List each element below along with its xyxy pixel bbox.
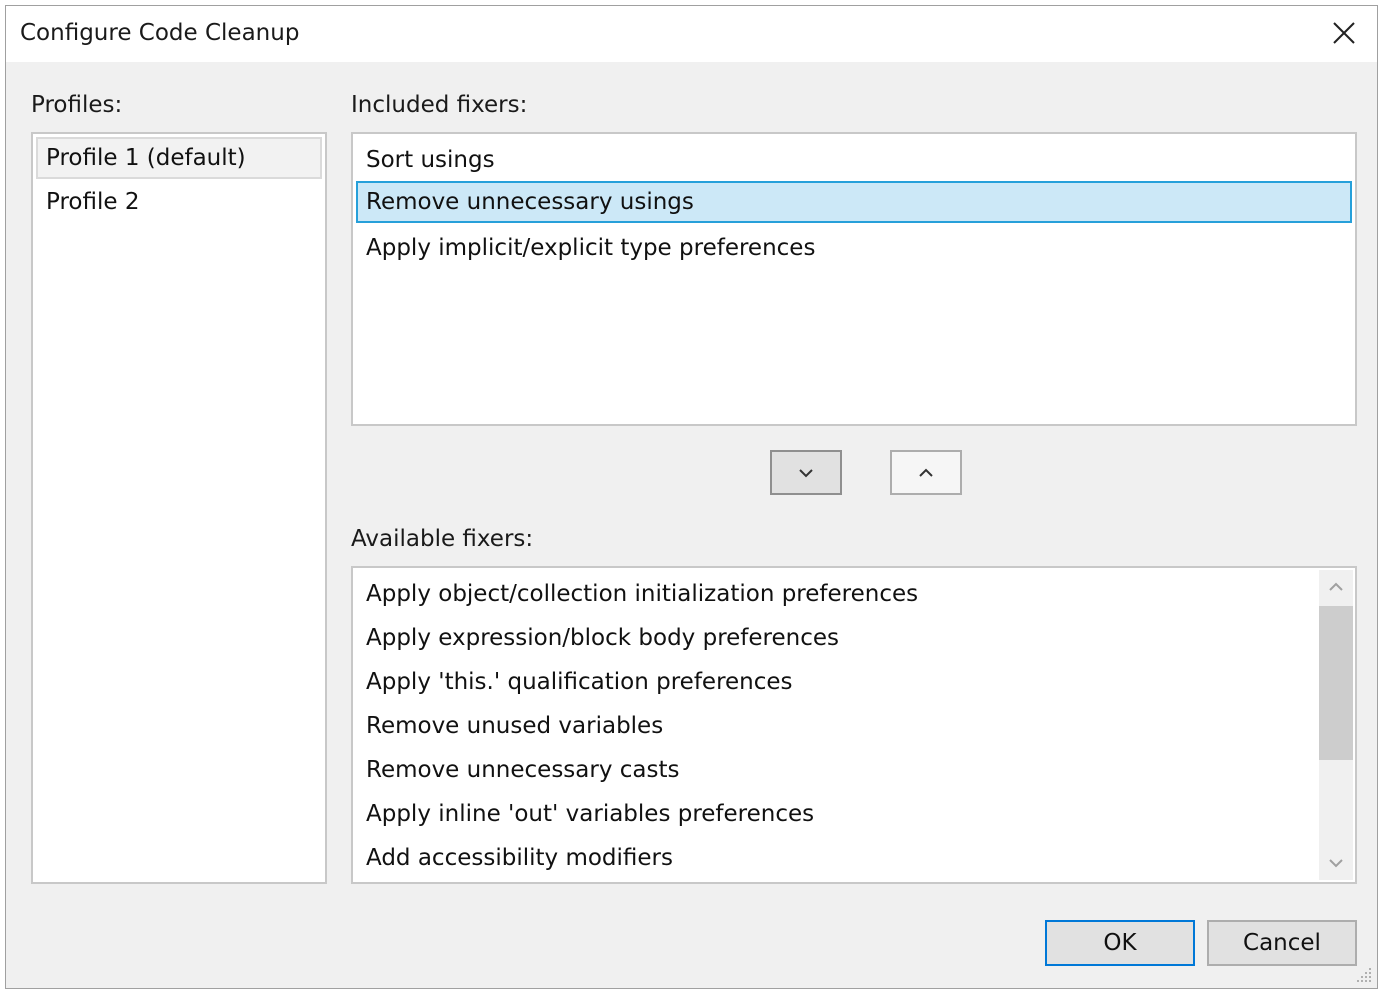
configure-code-cleanup-dialog: Configure Code Cleanup Profiles: Profile…: [5, 5, 1378, 989]
available-fixer-item[interactable]: Remove unnecessary casts: [356, 749, 1316, 791]
move-up-button[interactable]: [890, 450, 962, 495]
profiles-label: Profiles:: [31, 92, 123, 118]
included-fixer-item[interactable]: Sort usings: [356, 139, 1352, 181]
included-fixers-list[interactable]: Sort usings Remove unnecessary usings Ap…: [351, 132, 1357, 426]
chevron-down-icon: [1329, 859, 1343, 868]
available-fixer-item[interactable]: Apply expression/block body preferences: [356, 617, 1316, 659]
chevron-down-icon: [799, 469, 813, 478]
close-button[interactable]: [1313, 6, 1377, 62]
chevron-up-icon: [919, 468, 933, 477]
scroll-down-button[interactable]: [1319, 846, 1353, 880]
available-fixer-item[interactable]: Apply object/collection initialization p…: [356, 573, 1316, 615]
move-down-button[interactable]: [770, 450, 842, 495]
available-fixer-item[interactable]: Add accessibility modifiers: [356, 837, 1316, 879]
scroll-thumb[interactable]: [1319, 606, 1353, 760]
cancel-button[interactable]: Cancel: [1207, 920, 1357, 966]
resize-grip-icon[interactable]: [1355, 966, 1373, 984]
available-fixers-label: Available fixers:: [351, 526, 534, 552]
available-fixers-list[interactable]: Apply object/collection initialization p…: [351, 566, 1357, 884]
included-fixer-item-selected[interactable]: Remove unnecessary usings: [356, 181, 1352, 223]
available-fixer-item[interactable]: Remove unused variables: [356, 705, 1316, 747]
profiles-list[interactable]: Profile 1 (default) Profile 2: [31, 132, 327, 884]
ok-button[interactable]: OK: [1045, 920, 1195, 966]
window-title: Configure Code Cleanup: [20, 20, 300, 46]
available-fixer-item[interactable]: Apply 'this.' qualification preferences: [356, 661, 1316, 703]
included-fixer-item[interactable]: Apply implicit/explicit type preferences: [356, 227, 1352, 269]
close-icon: [1333, 22, 1355, 44]
title-bar: Configure Code Cleanup: [6, 6, 1377, 62]
profile-item-1[interactable]: Profile 1 (default): [36, 137, 322, 179]
available-fixer-item[interactable]: Apply inline 'out' variables preferences: [356, 793, 1316, 835]
scroll-up-button[interactable]: [1319, 570, 1353, 604]
profile-item-2[interactable]: Profile 2: [36, 181, 322, 223]
included-fixers-label: Included fixers:: [351, 92, 528, 118]
available-fixers-scrollbar[interactable]: [1319, 570, 1353, 880]
chevron-up-icon: [1329, 582, 1343, 591]
